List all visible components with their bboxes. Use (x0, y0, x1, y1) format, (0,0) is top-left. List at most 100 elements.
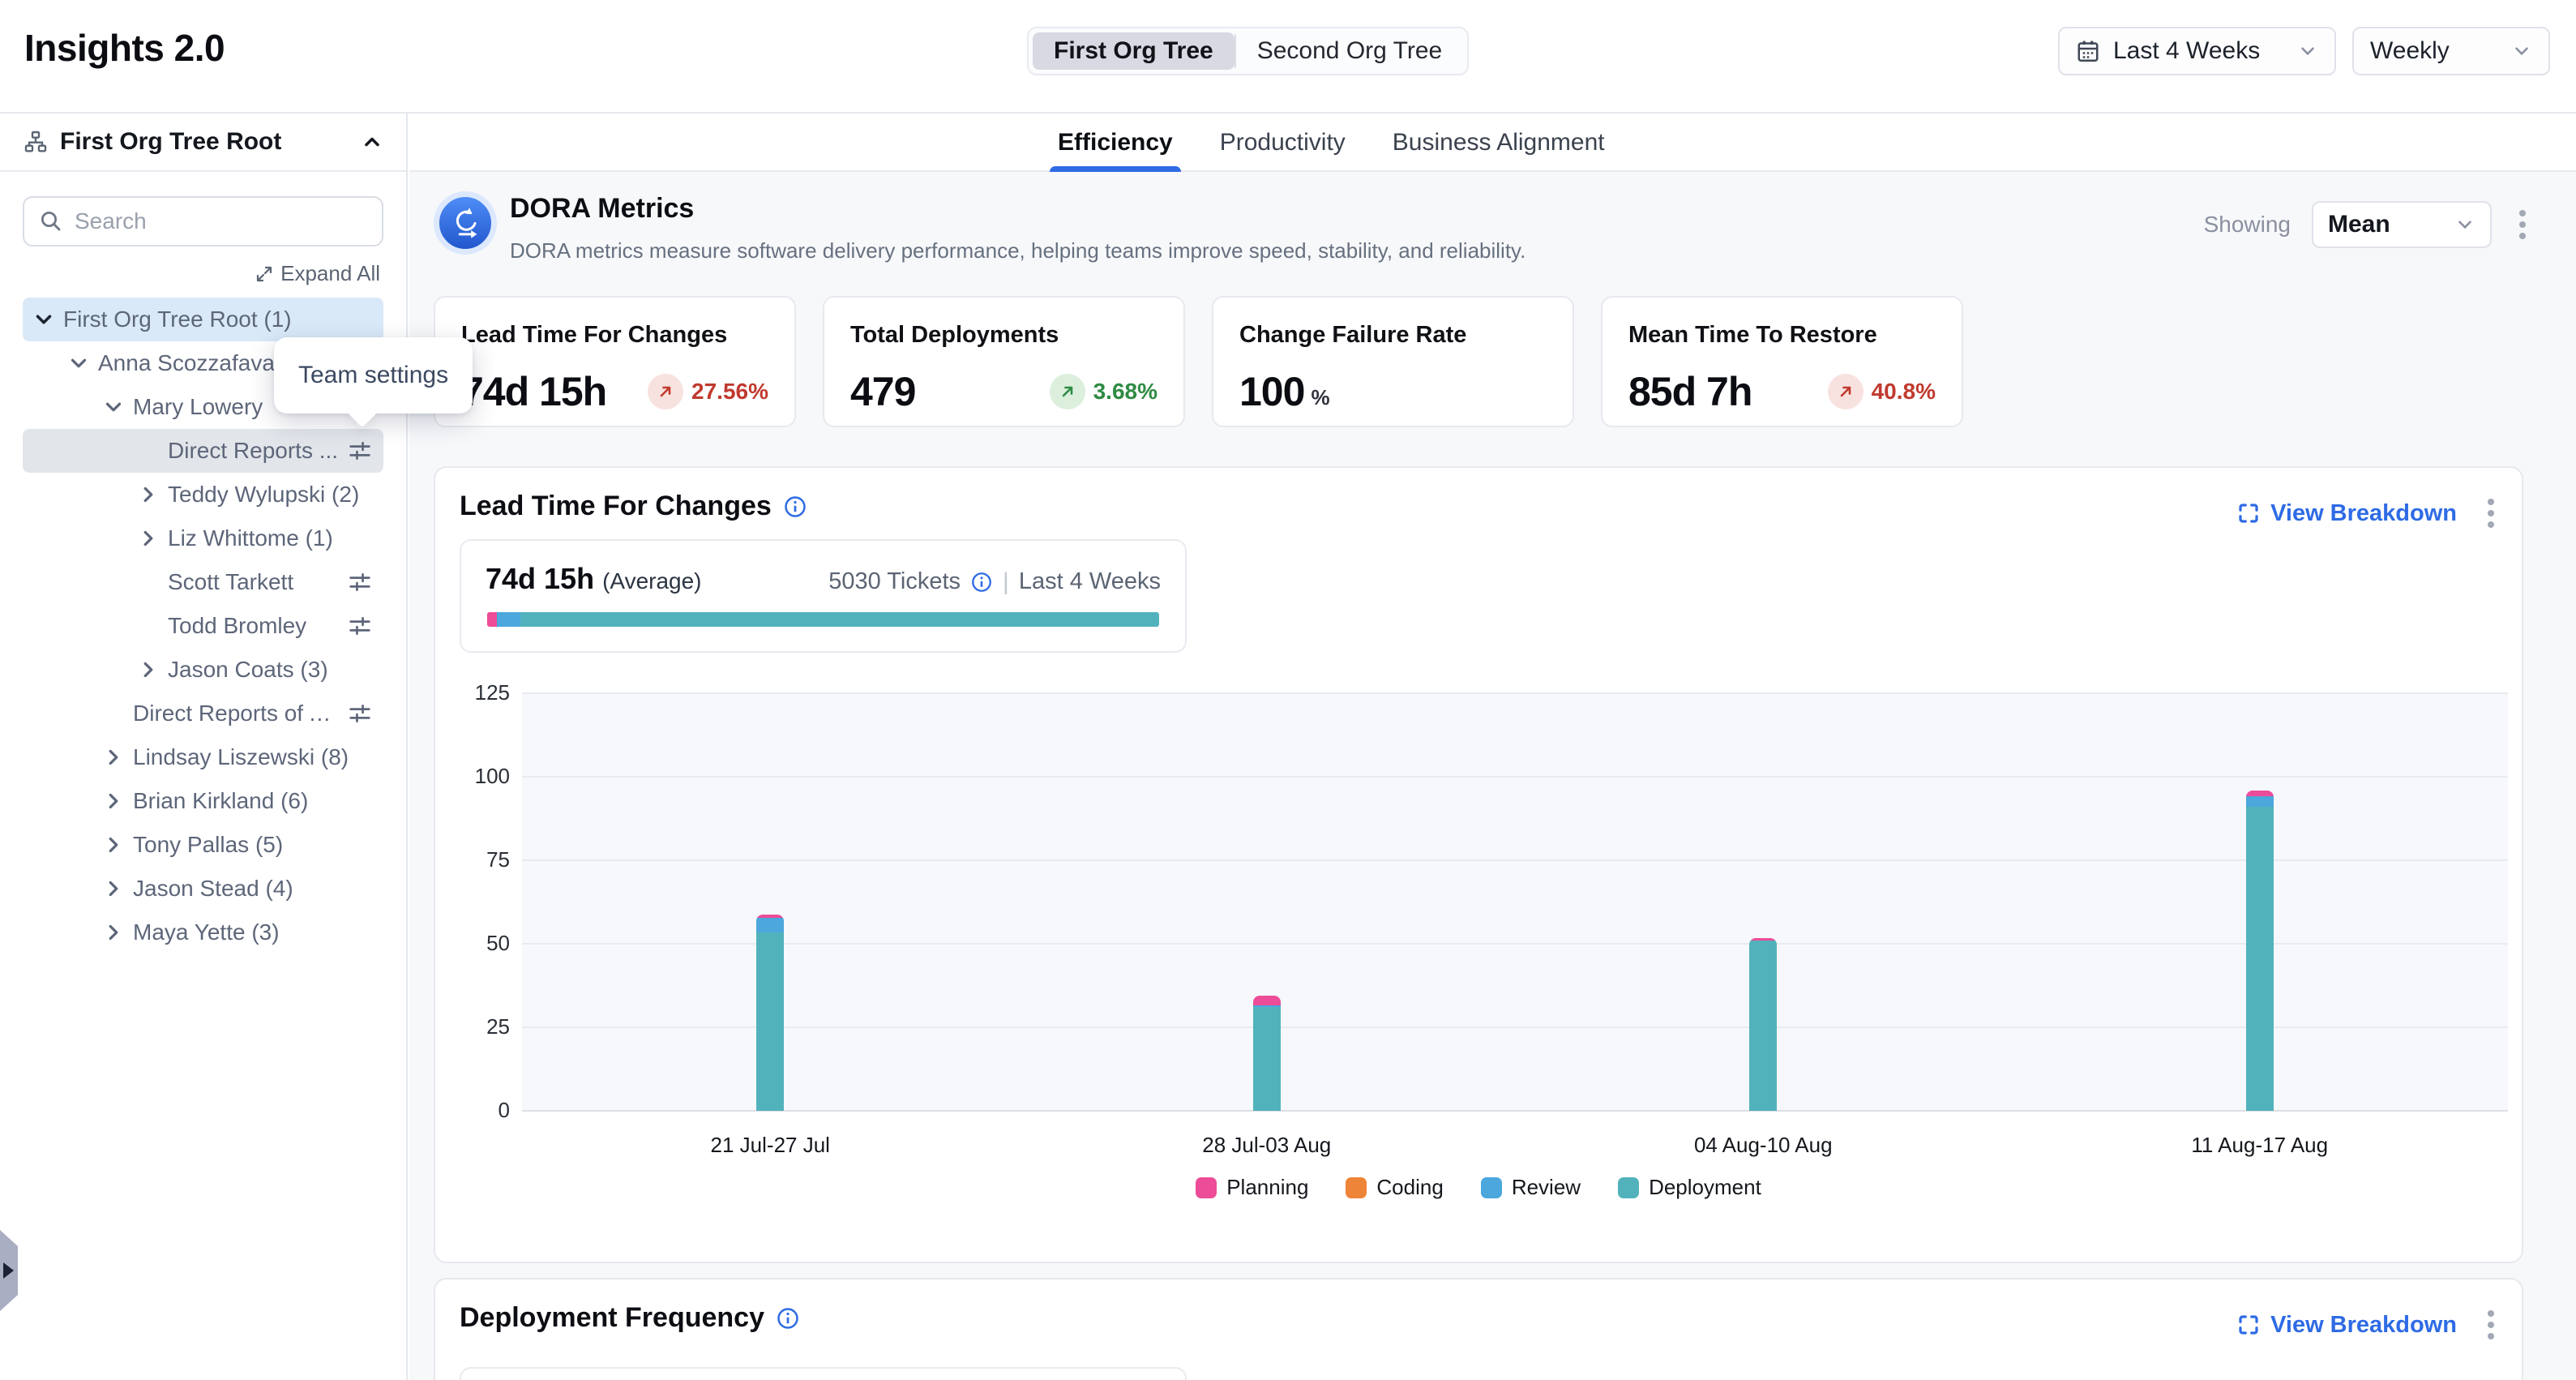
tree-item-jason-stead-4[interactable]: Jason Stead (4) (23, 867, 383, 911)
chart-bar-04-aug-10-aug[interactable] (1749, 938, 1777, 1111)
lead-time-view-breakdown[interactable]: View Breakdown (2236, 500, 2457, 527)
chevron-right-icon[interactable] (134, 480, 163, 509)
expand-all-label: Expand All (280, 261, 380, 286)
metric-card-mean-time-to-restore: Mean Time To Restore85d 7h40.8% (1601, 296, 1963, 427)
chevron-down-icon (2454, 214, 2475, 235)
org-tree-toggle-second[interactable]: Second Org Tree (1236, 32, 1463, 70)
team-settings-icon[interactable] (346, 700, 374, 727)
legend-item-review[interactable]: Review (1481, 1175, 1581, 1200)
tree-item-liz-whittome-1[interactable]: Liz Whittome (1) (23, 516, 383, 560)
chevron-right-icon[interactable] (99, 830, 128, 859)
chart-bar-11-aug-17-aug[interactable] (2246, 791, 2274, 1111)
tree-item-maya-yette-3[interactable]: Maya Yette (3) (23, 911, 383, 954)
trend-up-arrow-icon (648, 374, 683, 409)
search-input[interactable] (75, 208, 367, 234)
chevron-down-icon[interactable] (29, 305, 58, 334)
tree-item-lindsay-liszewski-8[interactable]: Lindsay Liszewski (8) (23, 735, 383, 779)
team-settings-icon[interactable] (346, 612, 374, 640)
chart-bar-28-jul-03-aug[interactable] (1253, 996, 1281, 1111)
granularity-select[interactable]: Weekly (2352, 27, 2550, 75)
date-range-select[interactable]: Last 4 Weeks (2058, 27, 2336, 75)
org-tree-toggle-first[interactable]: First Org Tree (1033, 32, 1235, 70)
bar-segment-planning (2246, 791, 2274, 796)
metric-card-total-deployments: Total Deployments4793.68% (823, 296, 1185, 427)
dora-metrics-description: DORA metrics measure software delivery p… (510, 238, 1525, 264)
tree-item-label: Lindsay Liszewski (8) (133, 744, 374, 770)
trend-delta: 27.56% (691, 379, 768, 405)
legend-item-coding[interactable]: Coding (1346, 1175, 1443, 1200)
x-tick-label: 28 Jul-03 Aug (1162, 1133, 1372, 1158)
dora-kebab-menu[interactable] (2513, 204, 2532, 246)
metric-card-value: 479 (850, 368, 915, 415)
info-icon[interactable] (970, 571, 993, 594)
tree-item-todd-bromley[interactable]: Todd Bromley (23, 604, 383, 648)
tree-item-label: Maya Yette (3) (133, 919, 374, 945)
chevron-right-icon[interactable] (134, 655, 163, 684)
info-icon[interactable] (776, 1306, 800, 1331)
view-breakdown-label: View Breakdown (2270, 1312, 2457, 1339)
chevron-down-icon[interactable] (99, 392, 128, 422)
tree-item-tony-pallas-5[interactable]: Tony Pallas (5) (23, 823, 383, 867)
metric-card-unit: % (1311, 385, 1329, 410)
lead-time-composition-bar (487, 612, 1159, 627)
lead-time-kebab-menu[interactable] (2481, 492, 2501, 534)
lead-time-section: Lead Time For Changes View Breakdown 74d… (434, 466, 2523, 1263)
expand-corners-icon (2236, 501, 2261, 525)
legend-item-planning[interactable]: Planning (1196, 1175, 1308, 1200)
tree-item-label: Scott Tarkett (168, 569, 340, 595)
metric-card-value: 74d 15h (461, 368, 606, 415)
showing-select[interactable]: Mean (2312, 201, 2492, 248)
tree-item-jason-coats-3[interactable]: Jason Coats (3) (23, 648, 383, 692)
sidebar-search[interactable] (23, 196, 383, 246)
tree-item-teddy-wylupski-2[interactable]: Teddy Wylupski (2) (23, 473, 383, 516)
y-tick-label: 50 (435, 931, 510, 956)
chevron-placeholder (99, 699, 128, 728)
tab-business-alignment[interactable]: Business Alignment (1393, 114, 1605, 172)
team-settings-icon[interactable] (346, 568, 374, 596)
bar-segment-deployment (2246, 807, 2274, 1111)
trend-badge: 27.56% (648, 374, 768, 409)
tree-item-direct-reports[interactable]: Direct Reports ... (23, 429, 383, 473)
tree-item-brian-kirkland-6[interactable]: Brian Kirkland (6) (23, 779, 383, 823)
efficiency-panel: DORA Metrics DORA metrics measure softwa… (409, 172, 2576, 1380)
metric-cards-row: Lead Time For Changes74d 15h27.56%Total … (434, 296, 1963, 427)
chart-bar-21-jul-27-jul[interactable] (756, 915, 784, 1111)
legend-swatch (1196, 1177, 1217, 1198)
tree-item-label: Tony Pallas (5) (133, 832, 374, 858)
info-icon[interactable] (783, 495, 807, 519)
tree-item-label: Direct Reports ... (168, 438, 340, 464)
chevron-right-icon[interactable] (134, 524, 163, 553)
chevron-down-icon[interactable] (64, 349, 93, 378)
top-header: Insights 2.0 First Org Tree Second Org T… (0, 0, 2576, 114)
tree-item-scott-tarkett[interactable]: Scott Tarkett (23, 560, 383, 604)
chevron-right-icon[interactable] (99, 918, 128, 947)
collapse-chevron-up-icon[interactable] (361, 131, 383, 153)
lead-time-summary-card: 74d 15h (Average) 5030 Tickets | Last 4 … (460, 539, 1187, 653)
tab-efficiency[interactable]: Efficiency (1058, 114, 1173, 172)
chevron-placeholder (134, 436, 163, 465)
deployment-frequency-section: Deployment Frequency View Breakdown (434, 1278, 2523, 1380)
team-settings-tooltip: Team settings (274, 337, 473, 414)
tree-item-label: First Org Tree Root (1) (63, 306, 374, 332)
tree-item-first-org-tree-root-1[interactable]: First Org Tree Root (1) (23, 298, 383, 341)
metric-card-title: Mean Time To Restore (1628, 322, 1936, 349)
deployment-frequency-view-breakdown[interactable]: View Breakdown (2236, 1312, 2457, 1339)
bar-segment-deployment (756, 932, 784, 1111)
org-chart-icon (23, 129, 49, 155)
gridline-125 (522, 692, 2508, 694)
org-tree-sidebar: First Org Tree Root Expand All First Org… (0, 114, 408, 1380)
tab-productivity[interactable]: Productivity (1220, 114, 1346, 172)
trend-up-arrow-icon (1828, 374, 1864, 409)
legend-label: Review (1512, 1175, 1581, 1200)
chevron-right-icon[interactable] (99, 743, 128, 772)
legend-item-deployment[interactable]: Deployment (1618, 1175, 1761, 1200)
legend-swatch (1618, 1177, 1639, 1198)
chevron-right-icon[interactable] (99, 874, 128, 903)
gridline-25 (522, 1026, 2508, 1028)
view-breakdown-label: View Breakdown (2270, 500, 2457, 527)
tree-item-direct-reports-of-a[interactable]: Direct Reports of A... (23, 692, 383, 735)
deployment-frequency-kebab-menu[interactable] (2481, 1304, 2501, 1346)
team-settings-icon[interactable] (346, 437, 374, 465)
expand-all-button[interactable]: Expand All (0, 261, 406, 286)
chevron-right-icon[interactable] (99, 786, 128, 816)
